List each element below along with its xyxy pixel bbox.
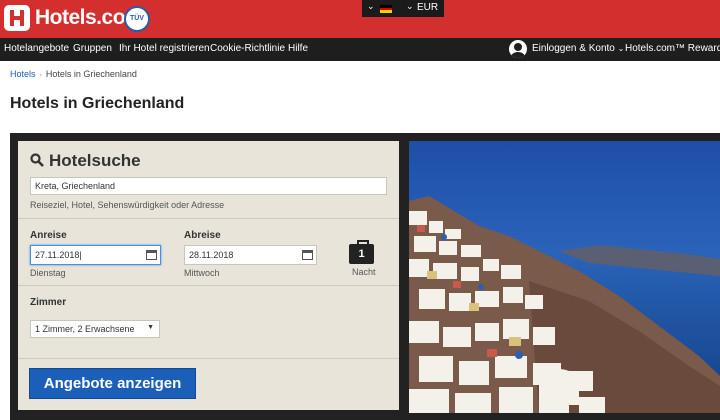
- breadcrumb-home-link[interactable]: Hotels: [10, 69, 36, 79]
- chevron-down-icon: ⌄: [367, 1, 375, 11]
- nav-item-hotelangebote[interactable]: Hotelangebote: [4, 43, 69, 54]
- calendar-icon[interactable]: [302, 250, 313, 260]
- locale-selector[interactable]: ⌄ ⌄ EUR: [362, 0, 444, 17]
- nav-item-cookie-richtlinie[interactable]: Cookie-Richtlinie: [210, 43, 285, 54]
- page-title: Hotels in Griechenland: [10, 95, 185, 112]
- nights-label: Nacht: [352, 267, 376, 277]
- top-bar: Hotels.com TÜV ⌄ ⌄ EUR: [0, 0, 720, 38]
- checkin-label: Anreise: [30, 230, 67, 241]
- currency-selector[interactable]: EUR: [417, 2, 438, 13]
- rewards-link[interactable]: Hotels.com™ Rewards: [625, 43, 720, 54]
- destination-input[interactable]: [30, 177, 387, 195]
- search-icon: [30, 153, 44, 167]
- hotels-logo-icon[interactable]: [4, 5, 30, 31]
- show-offers-button[interactable]: Angebote anzeigen: [29, 368, 196, 399]
- rooms-label: Zimmer: [30, 297, 67, 308]
- avatar-icon[interactable]: [509, 40, 527, 58]
- breadcrumb: Hotels › Hotels in Griechenland: [10, 69, 137, 79]
- rooms-select-value: 1 Zimmer, 2 Erwachsene: [35, 324, 135, 334]
- login-account-link[interactable]: Einloggen & Konto ⌄: [532, 43, 624, 54]
- rooms-select[interactable]: 1 Zimmer, 2 Erwachsene ▼: [30, 320, 160, 338]
- checkout-weekday: Mittwoch: [184, 268, 220, 278]
- destination-hint: Reiseziel, Hotel, Sehenswürdigkeit oder …: [30, 200, 225, 210]
- chevron-down-icon: ⌄: [617, 44, 625, 53]
- divider: [18, 285, 399, 286]
- search-panel-title: Hotelsuche: [49, 151, 141, 170]
- nights-count-badge: 1: [349, 240, 374, 264]
- main-nav: Hotelangebote Gruppen Ihr Hotel registri…: [0, 38, 720, 61]
- nav-item-hotel-registrieren[interactable]: Ihr Hotel registrieren: [119, 43, 210, 54]
- divider: [18, 218, 399, 219]
- dropdown-arrow-icon: ▼: [147, 324, 154, 331]
- nav-item-hilfe[interactable]: Hilfe: [288, 43, 308, 54]
- checkin-date-input[interactable]: 27.11.2018|: [30, 245, 161, 265]
- calendar-icon[interactable]: [146, 250, 157, 260]
- checkout-date-input[interactable]: 28.11.2018: [184, 245, 317, 265]
- divider: [18, 358, 399, 359]
- checkout-label: Abreise: [184, 230, 221, 241]
- breadcrumb-current: Hotels in Griechenland: [45, 69, 137, 79]
- german-flag-icon: [380, 5, 392, 13]
- tuv-seal-icon: TÜV: [124, 6, 150, 32]
- santorini-hero-image: [409, 141, 720, 413]
- breadcrumb-separator-icon: ›: [39, 72, 42, 79]
- checkin-weekday: Dienstag: [30, 268, 66, 278]
- chevron-down-icon: ⌄: [406, 1, 414, 11]
- nav-item-gruppen[interactable]: Gruppen: [73, 43, 112, 54]
